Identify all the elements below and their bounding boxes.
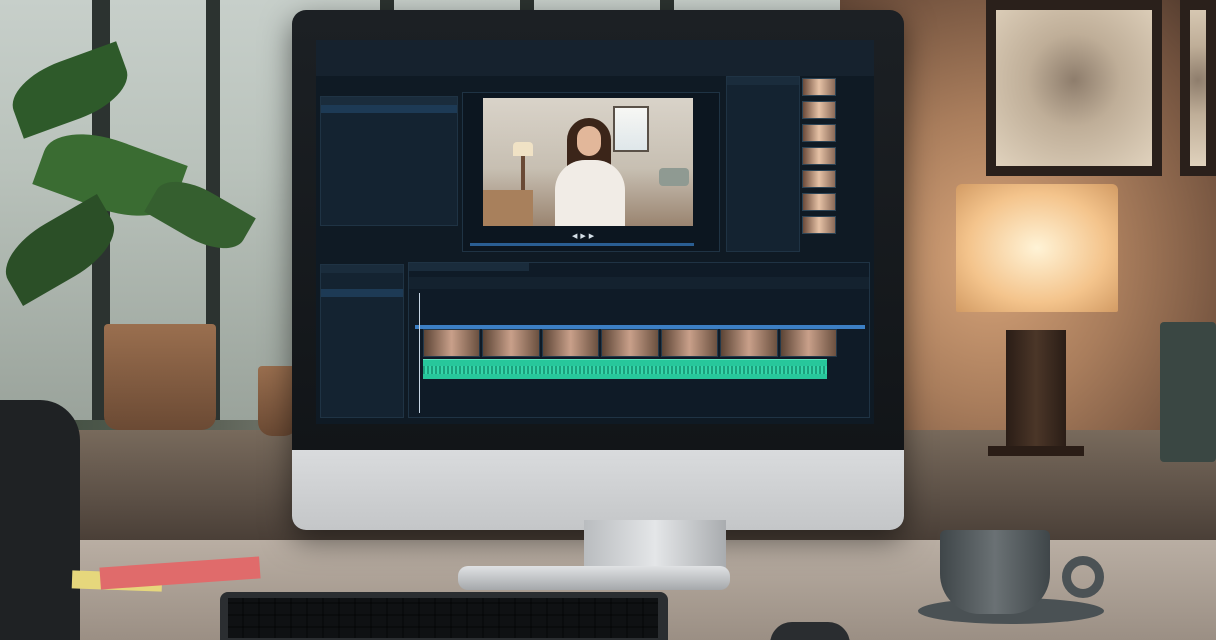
preview-window: [613, 106, 649, 152]
media-thumbnail[interactable]: [802, 124, 836, 142]
video-clip[interactable]: [660, 329, 719, 357]
media-item[interactable]: [321, 185, 457, 193]
effect-item[interactable]: [727, 109, 799, 117]
track-row[interactable]: [321, 321, 403, 329]
audio-waveform: [423, 366, 827, 374]
media-item[interactable]: [321, 137, 457, 145]
track-row[interactable]: [321, 305, 403, 313]
preview-side-table: [483, 190, 533, 226]
video-clip[interactable]: [541, 329, 600, 357]
video-clip[interactable]: [482, 329, 540, 357]
video-editor-screen: ◀▶▶: [316, 40, 874, 424]
video-clip[interactable]: [423, 329, 481, 357]
menu-bar: [322, 82, 462, 90]
media-thumbnail[interactable]: [802, 101, 836, 119]
media-item[interactable]: [321, 121, 457, 129]
track-row[interactable]: [321, 273, 403, 281]
monitor-chin: [292, 450, 904, 530]
media-bin-panel: [320, 96, 458, 226]
panel-header: [321, 265, 403, 273]
media-thumbnail[interactable]: [802, 170, 836, 188]
media-item[interactable]: [321, 153, 457, 161]
panel-header: [321, 97, 457, 105]
table-lamp-shade: [956, 184, 1118, 312]
transport-controls: ◀▶▶: [476, 232, 702, 242]
effect-item[interactable]: [727, 85, 799, 93]
track-row[interactable]: [321, 297, 403, 305]
media-item[interactable]: [321, 113, 457, 121]
track-controls-panel: [320, 264, 404, 418]
track-row[interactable]: [321, 329, 403, 337]
effect-item[interactable]: [727, 117, 799, 125]
playback-scrubber[interactable]: [470, 243, 694, 246]
effect-item[interactable]: [727, 133, 799, 141]
effect-item[interactable]: [727, 101, 799, 109]
speaker: [1160, 322, 1216, 462]
title-bar: [316, 40, 874, 76]
media-item[interactable]: [321, 169, 457, 177]
preview-sofa: [659, 168, 689, 186]
media-thumbnail[interactable]: [802, 147, 836, 165]
coffee-cup-handle: [1062, 556, 1104, 598]
effects-panel: [726, 76, 800, 252]
video-clip[interactable]: [779, 329, 837, 357]
timeline-ruler[interactable]: [409, 277, 869, 289]
video-clip[interactable]: [601, 329, 659, 357]
keyboard: [220, 592, 668, 640]
plant-pot: [104, 324, 216, 430]
table-lamp-base: [1006, 330, 1066, 450]
coffee-cup: [940, 530, 1050, 620]
play-icon[interactable]: ▶: [580, 232, 588, 240]
audio-track[interactable]: [423, 359, 827, 379]
chair: [0, 400, 80, 640]
timeline-panel: [408, 262, 870, 418]
media-thumbnail[interactable]: [802, 216, 836, 234]
step-forward-icon[interactable]: ▶: [589, 232, 597, 240]
video-clip[interactable]: [720, 329, 778, 357]
wall-picture-frame: [1180, 0, 1216, 176]
preview-person-face: [577, 126, 601, 156]
preview-lamp: [513, 142, 533, 156]
thumbnail-strip: [802, 78, 838, 254]
media-item[interactable]: [321, 177, 457, 185]
video-clips: [423, 329, 837, 357]
timeline-playhead[interactable]: [419, 293, 420, 413]
effect-item[interactable]: [727, 125, 799, 133]
media-item[interactable]: [321, 105, 457, 113]
preview-person-body: [555, 160, 625, 226]
timeline-tab[interactable]: [409, 263, 529, 271]
video-preview-frame: [483, 98, 693, 226]
media-item[interactable]: [321, 193, 457, 201]
preview-lamp-stem: [521, 156, 525, 190]
table-lamp-foot: [988, 446, 1084, 456]
media-thumbnail[interactable]: [802, 193, 836, 211]
monitor-stand-base: [458, 566, 730, 590]
media-item[interactable]: [321, 161, 457, 169]
panel-header: [727, 77, 799, 85]
media-item[interactable]: [321, 145, 457, 153]
wall-picture-frame: [986, 0, 1162, 176]
mouse: [770, 622, 850, 640]
track-row[interactable]: [321, 289, 403, 297]
media-thumbnail[interactable]: [802, 78, 836, 96]
effect-item[interactable]: [727, 141, 799, 149]
track-row[interactable]: [321, 281, 403, 289]
effect-item[interactable]: [727, 93, 799, 101]
media-item[interactable]: [321, 129, 457, 137]
track-row[interactable]: [321, 313, 403, 321]
